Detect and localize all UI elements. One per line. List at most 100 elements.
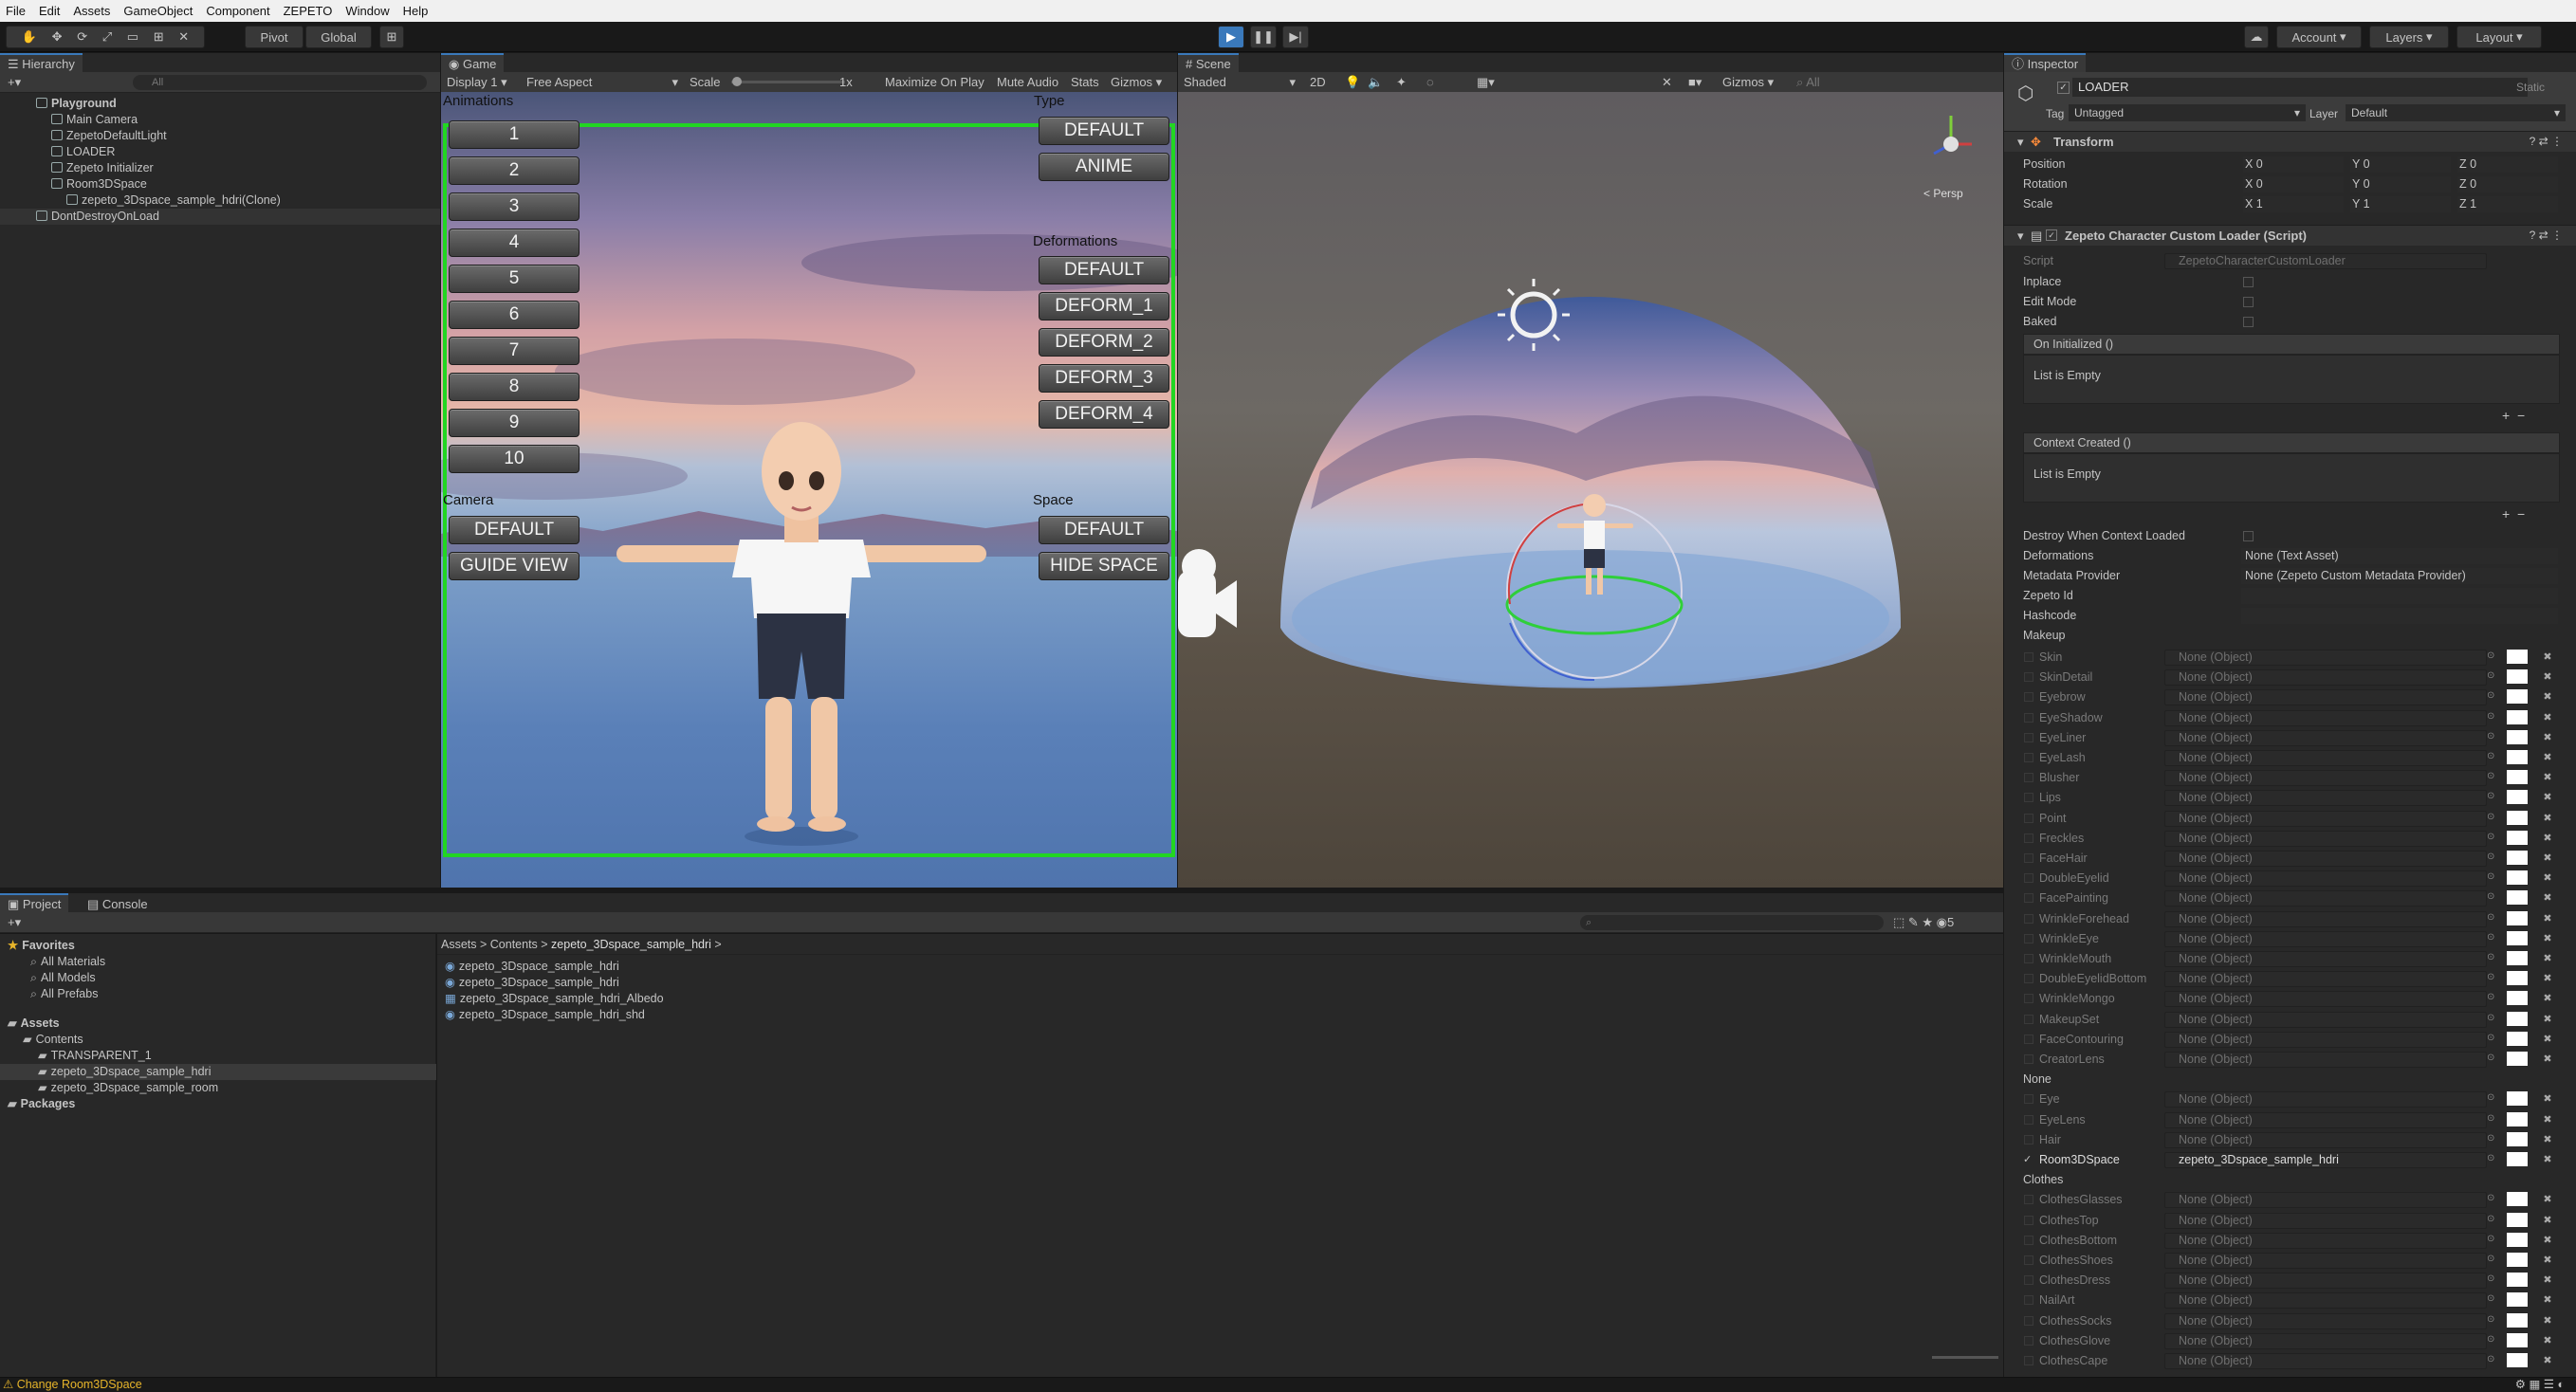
clear-icon[interactable]: ✖ [2541,1193,2554,1206]
deformations-field[interactable]: None (Text Asset) [2241,548,2558,564]
create-icon[interactable]: +▾ [8,912,21,933]
object-picker-icon[interactable]: ⊙ [2487,1013,2494,1023]
object-picker-icon[interactable]: ⊙ [2487,932,2494,943]
object-picker-icon[interactable]: ⊙ [2487,1113,2494,1124]
zepeto-id-field[interactable] [2241,588,2558,604]
hierarchy-search-input[interactable]: All [133,75,427,90]
custom-tool-icon[interactable]: ✕ [178,29,189,45]
clear-icon[interactable]: ✖ [2541,852,2554,865]
slot-object-field[interactable]: None (Object) [2164,1031,2487,1048]
slot-object-field[interactable]: None (Object) [2164,790,2487,807]
flag-checkbox[interactable] [2243,277,2254,287]
slot-checkbox[interactable] [2024,1215,2033,1225]
destroy-when-loaded-checkbox[interactable] [2243,531,2254,541]
color-swatch[interactable] [2507,669,2528,685]
object-picker-icon[interactable]: ⊙ [2487,1153,2494,1163]
slot-checkbox[interactable] [2024,1134,2033,1145]
slot-object-field[interactable]: None (Object) [2164,910,2487,927]
transform-pos-field[interactable]: Z 0 [2457,156,2558,173]
grid-snap-icon[interactable]: ⊞ [379,26,404,48]
object-picker-icon[interactable]: ⊙ [2487,1092,2494,1103]
object-picker-icon[interactable]: ⊙ [2487,832,2494,842]
slot-object-field[interactable]: None (Object) [2164,1212,2487,1229]
clear-icon[interactable]: ✖ [2541,1314,2554,1328]
transform-tool-icon[interactable]: ⊞ [154,29,164,45]
object-picker-icon[interactable]: ⊙ [2487,812,2494,822]
deformation-button[interactable]: DEFORM_2 [1039,328,1169,357]
animation-button[interactable]: 5 [449,265,580,293]
scale-slider[interactable] [731,81,845,83]
hierarchy-item[interactable]: Room3DSpace [0,176,440,192]
clear-icon[interactable]: ✖ [2541,1033,2554,1046]
color-swatch[interactable] [2507,770,2528,785]
slot-checkbox[interactable] [2024,652,2033,662]
object-picker-icon[interactable]: ⊙ [2487,1214,2494,1224]
slot-object-field[interactable]: None (Object) [2164,890,2487,907]
asset-folder[interactable]: ▰ Assets [0,1016,436,1032]
slot-checkbox[interactable] [2024,954,2033,963]
color-swatch[interactable] [2507,1292,2528,1308]
slot-checkbox[interactable] [2024,893,2033,904]
menu-item-gameobject[interactable]: GameObject [123,4,193,18]
tools-icon[interactable]: ✕ [1662,72,1672,93]
status-icons[interactable]: ⚙ ▦ ☰ ◐ [2515,1378,2565,1392]
clear-icon[interactable]: ✖ [2541,670,2554,684]
color-swatch[interactable] [2507,870,2528,886]
audio-icon[interactable]: 🔈 [1368,72,1383,93]
color-swatch[interactable] [2507,689,2528,705]
flag-checkbox[interactable] [2243,297,2254,307]
aspect-dropdown[interactable]: Free Aspect ▾ [526,72,678,93]
color-swatch[interactable] [2507,991,2528,1006]
deformation-button[interactable]: DEFORM_1 [1039,292,1169,321]
hierarchy-item[interactable]: zepeto_3Dspace_sample_hdri(Clone) [0,192,440,209]
object-picker-icon[interactable]: ⊙ [2487,1273,2494,1284]
slot-checkbox[interactable] [2024,974,2033,984]
color-swatch[interactable] [2507,1111,2528,1126]
tab-game[interactable]: ◉ Game [441,53,505,72]
color-swatch[interactable] [2507,1353,2528,1367]
layer-dropdown[interactable]: Default ▾ [2346,104,2566,121]
rect-tool-icon[interactable]: ▭ [127,29,138,45]
file-item[interactable]: ◉ zepeto_3Dspace_sample_hdri_shd [445,1007,645,1023]
scene-search-input[interactable]: ⌕ All [1796,72,1820,93]
clear-icon[interactable]: ✖ [2541,1092,2554,1106]
object-picker-icon[interactable]: ⊙ [2487,1033,2494,1043]
slot-checkbox[interactable] [2024,732,2033,742]
component-menu-icon[interactable]: ? ⇄ ⋮ [2530,229,2563,242]
object-picker-icon[interactable]: ⊙ [2487,650,2494,661]
color-swatch[interactable] [2507,810,2528,825]
slot-object-field[interactable]: None (Object) [2164,1273,2487,1290]
global-toggle[interactable]: Global [305,26,372,48]
animation-button[interactable]: 7 [449,337,580,365]
gizmos-dropdown[interactable]: Gizmos ▾ [1111,72,1162,93]
animation-button[interactable]: 10 [449,445,580,473]
transform-pos-field[interactable]: Y 0 [2350,156,2451,173]
camera-button[interactable]: DEFAULT [449,516,580,544]
project-search-input[interactable]: ⌕ [1580,915,1884,930]
slot-object-field[interactable]: None (Object) [2164,851,2487,867]
hidden-objects-icon[interactable]: ◌ [1426,72,1434,93]
object-picker-icon[interactable]: ⊙ [2487,711,2494,722]
slot-checkbox[interactable] [2024,833,2033,843]
clear-icon[interactable]: ✖ [2541,1153,2554,1166]
camera-settings-icon[interactable]: ■▾ [1688,72,1702,93]
color-swatch[interactable] [2507,830,2528,845]
clear-icon[interactable]: ✖ [2541,1214,2554,1227]
clear-icon[interactable]: ✖ [2541,690,2554,704]
component-menu-icon[interactable]: ? ⇄ ⋮ [2530,135,2563,148]
slot-checkbox[interactable] [2024,1094,2033,1105]
active-checkbox[interactable]: ✓ [2057,82,2070,94]
type-button[interactable]: ANIME [1039,153,1169,181]
clear-icon[interactable]: ✖ [2541,912,2554,925]
object-picker-icon[interactable]: ⊙ [2487,1254,2494,1264]
slot-checkbox[interactable] [2024,873,2033,884]
clear-icon[interactable]: ✖ [2541,1133,2554,1146]
transform-scl-field[interactable]: X 1 [2243,196,2344,212]
object-picker-icon[interactable]: ⊙ [2487,670,2494,681]
slot-object-field[interactable]: None (Object) [2164,1353,2487,1369]
animation-button[interactable]: 2 [449,156,580,185]
slot-object-field[interactable]: None (Object) [2164,1312,2487,1329]
step-button[interactable]: ▶| [1282,26,1309,48]
object-picker-icon[interactable]: ⊙ [2487,1053,2494,1063]
deformation-button[interactable]: DEFORM_4 [1039,400,1169,429]
